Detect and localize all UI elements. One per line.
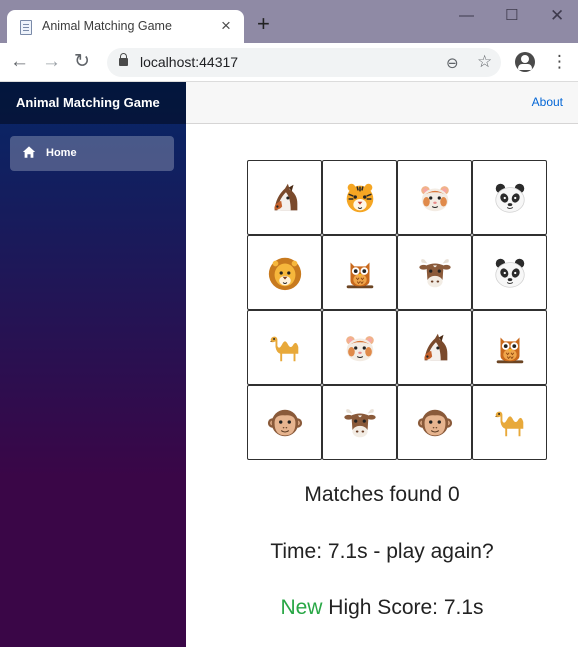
window-minimize-button[interactable]: — bbox=[459, 6, 474, 26]
brand-bar: Animal Matching Game bbox=[0, 82, 186, 124]
monkey-icon bbox=[266, 404, 304, 442]
horse-icon bbox=[416, 329, 454, 367]
page-favicon-icon bbox=[20, 20, 32, 35]
sidebar: Animal Matching Game Home bbox=[0, 82, 186, 647]
tile-monkey[interactable] bbox=[247, 385, 322, 460]
lock-icon[interactable] bbox=[119, 53, 128, 66]
tile-panda[interactable] bbox=[472, 160, 547, 235]
home-icon bbox=[22, 146, 36, 158]
tile-horse[interactable] bbox=[397, 310, 472, 385]
sidebar-item-label: Home bbox=[46, 147, 77, 159]
new-tab-button[interactable]: + bbox=[257, 13, 270, 35]
tiger-icon bbox=[341, 179, 379, 217]
browser-tab[interactable]: Animal Matching Game × bbox=[7, 10, 244, 44]
tile-horse[interactable] bbox=[247, 160, 322, 235]
bookmark-star-icon[interactable]: ☆ bbox=[477, 52, 492, 72]
matches-found-text: Matches found 0 bbox=[304, 483, 460, 506]
browser-tabstrip: Animal Matching Game × + — ☐ ✕ bbox=[0, 0, 578, 44]
tile-camel[interactable] bbox=[472, 385, 547, 460]
animal-grid bbox=[247, 160, 547, 460]
sidebar-item-home[interactable]: Home bbox=[10, 136, 174, 171]
about-link[interactable]: About bbox=[532, 95, 563, 109]
tab-close-icon[interactable]: × bbox=[221, 16, 231, 36]
tile-cow[interactable] bbox=[397, 235, 472, 310]
lion-icon bbox=[266, 254, 304, 292]
app-brand[interactable]: Animal Matching Game bbox=[16, 95, 160, 110]
window-close-button[interactable]: ✕ bbox=[550, 6, 564, 26]
top-row: About bbox=[186, 82, 578, 124]
horse-icon bbox=[266, 179, 304, 217]
profile-avatar-icon[interactable] bbox=[515, 52, 535, 72]
camel-icon bbox=[266, 329, 304, 367]
tile-panda[interactable] bbox=[472, 235, 547, 310]
forward-arrow-icon[interactable]: → bbox=[42, 50, 61, 74]
monkey-icon bbox=[416, 404, 454, 442]
tile-monkey[interactable] bbox=[397, 385, 472, 460]
tile-owl[interactable] bbox=[322, 235, 397, 310]
panda-icon bbox=[491, 254, 529, 292]
url-text[interactable]: localhost:44317 bbox=[140, 54, 238, 70]
tile-hamster[interactable] bbox=[322, 310, 397, 385]
hamster-icon bbox=[341, 329, 379, 367]
browser-menu-icon[interactable]: ⋮ bbox=[551, 51, 568, 73]
tile-lion[interactable] bbox=[247, 235, 322, 310]
panda-icon bbox=[491, 179, 529, 217]
camel-icon bbox=[491, 404, 529, 442]
browser-toolbar: ← → ↻ localhost:44317 ⊖ ☆ bbox=[0, 43, 578, 82]
cow-icon bbox=[416, 254, 454, 292]
high-score-text: New High Score: 7.1s bbox=[186, 596, 578, 620]
high-score-value: High Score: 7.1s bbox=[322, 596, 484, 619]
tab-title: Animal Matching Game bbox=[42, 19, 172, 33]
owl-icon bbox=[341, 254, 379, 292]
reload-icon[interactable]: ↻ bbox=[74, 50, 90, 74]
back-arrow-icon[interactable]: ← bbox=[10, 50, 29, 74]
new-high-score-label: New bbox=[280, 596, 323, 619]
hamster-icon bbox=[416, 179, 454, 217]
window-maximize-button[interactable]: ☐ bbox=[505, 6, 518, 26]
tile-owl[interactable] bbox=[472, 310, 547, 385]
tile-cow[interactable] bbox=[322, 385, 397, 460]
tile-tiger[interactable] bbox=[322, 160, 397, 235]
zoom-icon[interactable]: ⊖ bbox=[446, 54, 459, 72]
address-bar[interactable]: localhost:44317 ⊖ ☆ bbox=[107, 48, 501, 77]
time-play-again-text[interactable]: Time: 7.1s - play again? bbox=[186, 540, 578, 564]
owl-icon bbox=[491, 329, 529, 367]
tile-hamster[interactable] bbox=[397, 160, 472, 235]
tile-camel[interactable] bbox=[247, 310, 322, 385]
cow-icon bbox=[341, 404, 379, 442]
